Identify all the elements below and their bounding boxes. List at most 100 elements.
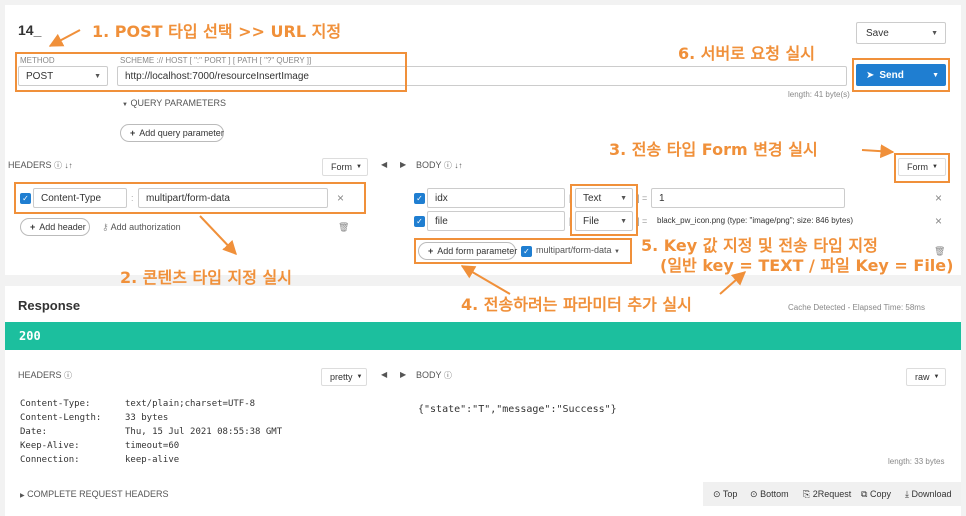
response-body-text: {"state":"T","message":"Success"}	[418, 404, 617, 415]
query-parameters-toggle[interactable]: ▼ QUERY PARAMETERS	[122, 98, 226, 108]
annotation-4: 4. 전송하려는 파라미터 추가 실시	[461, 295, 692, 314]
body-title: BODY ⓘ ↓↑	[416, 160, 462, 171]
response-title: Response	[18, 298, 81, 313]
body-file-value[interactable]: black_pw_icon.png (type: "image/png"; si…	[657, 216, 853, 225]
body-key-value: file	[435, 215, 448, 227]
annotation-6: 6. 서버로 요청 실시	[678, 44, 815, 63]
response-body-title: BODY ⓘ	[416, 370, 452, 381]
collapse-right-icon[interactable]: ▶	[400, 370, 406, 379]
header-name: Keep-Alive:	[20, 441, 80, 451]
highlight-body-type	[570, 184, 638, 236]
cache-info: Cache Detected - Elapsed Time: 58ms	[788, 303, 925, 312]
top-button[interactable]: ⊙ Top	[713, 489, 737, 500]
bottom-label: Bottom	[760, 489, 789, 499]
caret-down-icon: ▼	[933, 374, 940, 380]
copy-to-request-icon: ⎘	[803, 489, 811, 499]
download-label: Download	[911, 489, 952, 499]
caret-down-icon: ▼	[122, 102, 128, 108]
annotation-2: 2. 콘텐츠 타입 지정 실시	[120, 268, 292, 287]
query-parameters-label: QUERY PARAMETERS	[130, 98, 226, 108]
header-name: Date:	[20, 427, 48, 437]
add-query-param-button[interactable]: + Add query parameter	[120, 124, 224, 142]
body-key-value: idx	[435, 192, 448, 204]
highlight-method-url	[15, 52, 407, 92]
headers-format-select[interactable]: Form ▼	[322, 158, 368, 176]
add-authorization-label: Add authorization	[110, 222, 181, 232]
bottom-button[interactable]: ⊙ Bottom	[750, 489, 789, 500]
headers-format-value: Form	[331, 162, 352, 172]
info-icon: ⓘ	[443, 161, 452, 170]
key-icon: ⚷	[102, 222, 109, 232]
body-key-input[interactable]: idx	[427, 188, 565, 208]
header-name: Content-Length:	[20, 413, 102, 423]
response-header-row: Content-Length: 33 bytes	[20, 412, 168, 423]
response-body-format[interactable]: raw ▼	[906, 368, 946, 386]
header-value: text/plain;charset=UTF-8	[125, 399, 256, 409]
response-header-row: Date: Thu, 15 Jul 2021 08:55:38 GMT	[20, 426, 282, 437]
body-row-checkbox[interactable]: ✓	[414, 193, 425, 204]
save-button[interactable]: Save ▼	[856, 22, 946, 44]
body-title-text: BODY	[416, 160, 442, 170]
top-label: Top	[722, 489, 738, 499]
copy-label: Copy	[869, 489, 891, 499]
info-icon: ⓘ	[54, 161, 63, 170]
chevron-down-icon: ▼	[931, 29, 938, 37]
response-headers-format[interactable]: pretty ▼	[321, 368, 367, 386]
url-length: length: 41 byte(s)	[788, 90, 850, 99]
response-header-row: Connection: keep-alive	[20, 454, 179, 465]
header-value: Thu, 15 Jul 2021 08:55:38 GMT	[125, 427, 283, 437]
status-code: 200	[19, 329, 41, 343]
annotation-3: 3. 전송 타입 Form 변경 실시	[609, 140, 818, 159]
body-value-input[interactable]: 1	[651, 188, 845, 208]
annotation-1: 1. POST 타입 선택 >> URL 지정	[92, 22, 342, 41]
save-label: Save	[866, 27, 889, 39]
response-header-row: Content-Type: text/plain;charset=UTF-8	[20, 398, 255, 409]
info-icon: ⓘ	[64, 371, 73, 380]
header-value: timeout=60	[125, 441, 180, 451]
complete-headers-label: COMPLETE REQUEST HEADERS	[27, 489, 169, 499]
sort-icon: ↓↑	[64, 161, 73, 170]
copy-button[interactable]: ⧉ Copy	[861, 489, 891, 500]
bracket-close-equals: ] =	[637, 193, 648, 203]
highlight-send	[852, 58, 950, 92]
response-header-row: Keep-Alive: timeout=60	[20, 440, 179, 451]
annotation-5-line2: (일반 key = TEXT / 파일 Key = File)	[660, 256, 954, 275]
add-authorization-link[interactable]: ⚷ Add authorization	[102, 222, 181, 233]
response-headers-title: HEADERS ⓘ	[18, 370, 72, 381]
body-value-value: 1	[659, 192, 665, 204]
highlight-add-form-param	[414, 238, 632, 264]
highlight-headers	[14, 182, 366, 214]
collapse-left-icon[interactable]: ◀	[381, 370, 387, 379]
plus-icon: +	[30, 222, 36, 232]
request-name[interactable]: 14_	[18, 22, 41, 38]
arrow-down-icon: ⊙	[750, 489, 758, 499]
response-actions-bar: ⊙ Top ⊙ Bottom ⎘ 2Request ⧉ Copy ⤓ Downl…	[703, 482, 961, 506]
collapse-right-icon[interactable]: ▶	[400, 160, 406, 169]
headers-title-text: HEADERS	[8, 160, 52, 170]
collapse-left-icon[interactable]: ◀	[381, 160, 387, 169]
response-body-format-value: raw	[915, 372, 930, 382]
complete-headers-toggle[interactable]: ▶ COMPLETE REQUEST HEADERS	[20, 489, 169, 499]
to-request-button[interactable]: ⎘ 2Request	[803, 489, 851, 500]
body-key-input[interactable]: file	[427, 211, 565, 231]
response-body-length: length: 33 bytes	[888, 457, 945, 466]
add-header-button[interactable]: + Add header	[20, 218, 90, 236]
add-query-param-label: Add query parameter	[139, 128, 224, 138]
caret-down-icon: ▼	[356, 164, 362, 170]
body-row-checkbox[interactable]: ✓	[414, 216, 425, 227]
caret-right-icon: ▶	[20, 493, 25, 499]
download-button[interactable]: ⤓ Download	[905, 489, 952, 500]
copy-icon: ⧉	[861, 489, 868, 499]
status-bar: 200	[5, 322, 961, 350]
trash-icon[interactable]: 🗑	[338, 222, 349, 233]
plus-icon: +	[130, 128, 136, 138]
remove-body-row-icon[interactable]: ×	[935, 191, 942, 205]
response-headers-format-value: pretty	[330, 372, 353, 382]
header-value: keep-alive	[125, 455, 180, 465]
to-request-label: 2Request	[812, 489, 852, 499]
response-body-title-text: BODY	[416, 370, 442, 380]
remove-body-row-icon[interactable]: ×	[935, 214, 942, 228]
info-icon: ⓘ	[443, 371, 452, 380]
download-icon: ⤓	[905, 489, 909, 499]
add-header-label: Add header	[39, 222, 86, 232]
